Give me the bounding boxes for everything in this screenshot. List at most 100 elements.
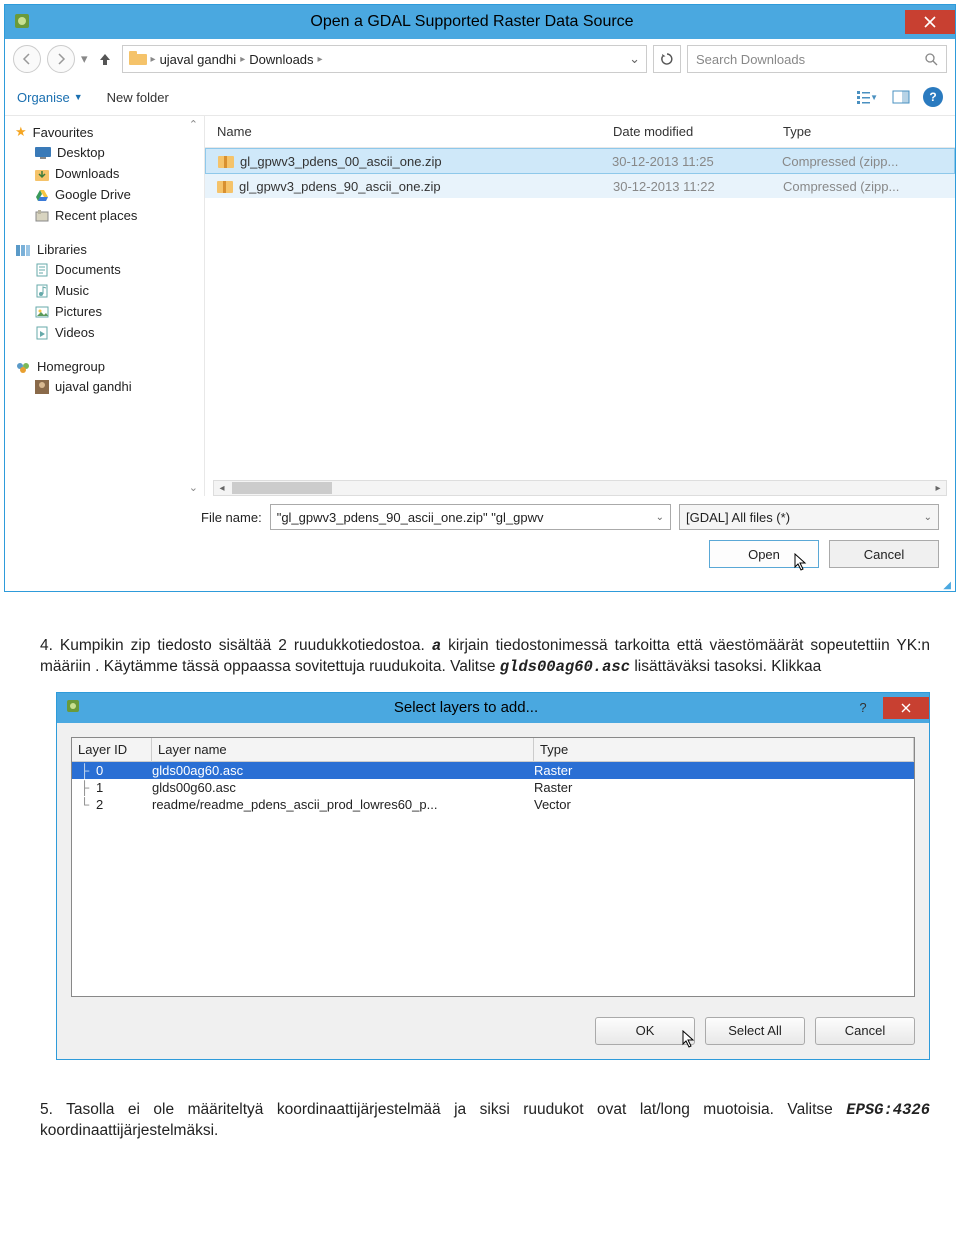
instruction-step-5: 5. Tasolla ei ole määriteltyä koordinaat… xyxy=(0,1060,960,1152)
file-open-dialog: Open a GDAL Supported Raster Data Source… xyxy=(4,4,956,592)
select-layers-dialog: Select layers to add... ? Layer ID Layer… xyxy=(56,692,930,1060)
file-row[interactable]: gl_gpwv3_pdens_00_ascii_one.zip 30-12-20… xyxy=(205,148,955,174)
breadcrumb-item[interactable]: Downloads xyxy=(249,52,313,67)
close-button[interactable] xyxy=(905,10,955,34)
preview-pane-button[interactable] xyxy=(889,85,913,109)
close-button[interactable] xyxy=(883,697,929,719)
scroll-left-icon[interactable]: ◂ xyxy=(214,483,230,494)
star-icon: ★ xyxy=(15,124,27,140)
scroll-down-icon[interactable]: ⌄ xyxy=(189,481,198,494)
search-input[interactable]: Search Downloads xyxy=(687,45,947,73)
sidebar-user[interactable]: ujaval gandhi xyxy=(5,376,204,397)
help-button[interactable]: ? xyxy=(843,700,883,715)
arrow-left-icon xyxy=(21,53,33,65)
header-layer-id[interactable]: Layer ID xyxy=(72,738,152,761)
titlebar: Open a GDAL Supported Raster Data Source xyxy=(5,5,955,39)
chevron-right-icon: ▸ xyxy=(318,54,323,65)
search-placeholder: Search Downloads xyxy=(696,52,805,67)
sidebar-pictures[interactable]: Pictures xyxy=(5,301,204,322)
tree-line-icon: ├ xyxy=(80,763,89,778)
scroll-thumb[interactable] xyxy=(232,482,332,494)
sidebar-favourites[interactable]: ★Favourites xyxy=(5,122,204,142)
filename-label: File name: xyxy=(201,510,262,525)
layer-row[interactable]: ├0 glds00ag60.asc Raster xyxy=(72,762,914,779)
layer-headers: Layer ID Layer name Type xyxy=(72,738,914,762)
layer-row[interactable]: └2 readme/readme_pdens_ascii_prod_lowres… xyxy=(72,796,914,813)
help-button[interactable]: ? xyxy=(923,87,943,107)
forward-button[interactable] xyxy=(47,45,75,73)
sidebar-downloads[interactable]: Downloads xyxy=(5,163,204,184)
column-headers: Name Date modified Type xyxy=(205,116,955,148)
toolbar: Organise ▼ New folder ▼ ? xyxy=(5,79,955,116)
sidebar-libraries[interactable]: Libraries xyxy=(5,240,204,259)
documents-icon xyxy=(35,263,49,277)
resize-grip-icon[interactable]: ◢ xyxy=(5,580,955,591)
sidebar-documents[interactable]: Documents xyxy=(5,259,204,280)
cancel-button[interactable]: Cancel xyxy=(815,1017,915,1045)
chevron-down-icon: ▼ xyxy=(74,92,83,102)
header-layer-type[interactable]: Type xyxy=(534,738,914,761)
cursor-icon xyxy=(682,1030,698,1050)
scroll-right-icon[interactable]: ▸ xyxy=(930,483,946,494)
sidebar-homegroup[interactable]: Homegroup xyxy=(5,357,204,376)
app-icon xyxy=(65,698,81,717)
sidebar-videos[interactable]: Videos xyxy=(5,322,204,343)
view-options-button[interactable]: ▼ xyxy=(855,85,879,109)
refresh-button[interactable] xyxy=(653,45,681,73)
preview-icon xyxy=(892,90,910,104)
zip-icon xyxy=(218,153,234,169)
file-list: Name Date modified Type gl_gpwv3_pdens_0… xyxy=(205,116,955,496)
nav-bar: ▾ ▸ ujaval gandhi ▸ Downloads ▸ ⌄ Search… xyxy=(5,39,955,79)
cancel-button[interactable]: Cancel xyxy=(829,540,939,568)
sidebar-music[interactable]: Music xyxy=(5,280,204,301)
layer-list: Layer ID Layer name Type ├0 glds00ag60.a… xyxy=(71,737,915,997)
titlebar: Select layers to add... ? xyxy=(57,693,929,723)
sidebar-recent[interactable]: Recent places xyxy=(5,205,204,226)
breadcrumb-bar[interactable]: ▸ ujaval gandhi ▸ Downloads ▸ ⌄ xyxy=(122,45,647,73)
header-date[interactable]: Date modified xyxy=(613,124,783,139)
select-all-button[interactable]: Select All xyxy=(705,1017,805,1045)
breadcrumb-item[interactable]: ujaval gandhi xyxy=(160,52,237,67)
header-type[interactable]: Type xyxy=(783,124,943,139)
filter-select[interactable]: [GDAL] All files (*) ⌄ xyxy=(679,504,939,530)
recent-dropdown[interactable]: ▾ xyxy=(81,51,88,67)
ok-button[interactable]: OK xyxy=(595,1017,695,1045)
tree-line-icon: └ xyxy=(80,797,89,812)
up-button[interactable] xyxy=(94,52,116,66)
refresh-icon xyxy=(660,52,674,66)
organise-menu[interactable]: Organise ▼ xyxy=(17,90,83,105)
chevron-down-icon: ▼ xyxy=(870,93,878,102)
dialog-title: Open a GDAL Supported Raster Data Source xyxy=(39,13,905,31)
search-icon xyxy=(924,52,938,66)
new-folder-button[interactable]: New folder xyxy=(107,90,169,105)
sidebar-desktop[interactable]: Desktop xyxy=(5,142,204,163)
back-button[interactable] xyxy=(13,45,41,73)
list-view-icon xyxy=(856,90,870,104)
folder-icon xyxy=(129,51,147,68)
arrow-right-icon xyxy=(55,53,67,65)
header-layer-name[interactable]: Layer name xyxy=(152,738,534,761)
zip-icon xyxy=(217,178,233,194)
filename-input[interactable]: "gl_gpwv3_pdens_90_ascii_one.zip" "gl_gp… xyxy=(270,504,671,530)
chevron-down-icon[interactable]: ⌄ xyxy=(629,51,640,67)
header-name[interactable]: Name xyxy=(217,124,613,139)
sidebar: ⌃ ★Favourites Desktop Downloads Google D… xyxy=(5,116,205,496)
chevron-down-icon[interactable]: ⌄ xyxy=(924,512,932,523)
instruction-step-4: 4. Kumpikin zip tiedosto sisältää 2 ruud… xyxy=(0,596,960,688)
chevron-down-icon[interactable]: ⌄ xyxy=(656,512,664,523)
libraries-icon xyxy=(15,243,31,257)
sidebar-gdrive[interactable]: Google Drive xyxy=(5,184,204,205)
bottom-bar: File name: "gl_gpwv3_pdens_90_ascii_one.… xyxy=(5,496,955,580)
arrow-up-icon xyxy=(98,52,112,66)
cursor-icon xyxy=(794,553,810,573)
desktop-icon xyxy=(35,147,51,159)
homegroup-icon xyxy=(15,360,31,374)
close-icon xyxy=(901,703,911,713)
scroll-up-icon[interactable]: ⌃ xyxy=(189,118,198,131)
layer-row[interactable]: ├1 glds00g60.asc Raster xyxy=(72,779,914,796)
videos-icon xyxy=(35,326,49,340)
horizontal-scrollbar[interactable]: ◂ ▸ xyxy=(213,480,947,496)
tree-line-icon: ├ xyxy=(80,780,89,795)
open-button[interactable]: Open xyxy=(709,540,819,568)
file-row[interactable]: gl_gpwv3_pdens_90_ascii_one.zip 30-12-20… xyxy=(205,174,955,198)
